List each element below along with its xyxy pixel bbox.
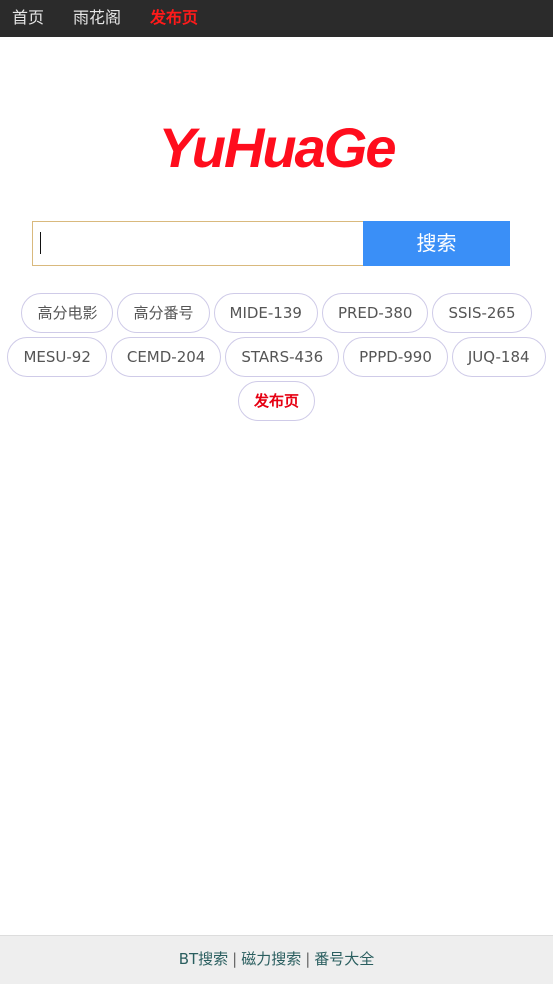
tag-row-2: MESU-92 CEMD-204 STARS-436 PPPD-990 JUQ-184 bbox=[0, 337, 553, 379]
tag-stars-436[interactable]: STARS-436 bbox=[225, 337, 340, 377]
tag-high-score-codes[interactable]: 高分番号 bbox=[117, 293, 210, 333]
tag-juq-184[interactable]: JUQ-184 bbox=[451, 337, 546, 377]
nav-release-page-link[interactable]: 发布页 bbox=[150, 0, 198, 36]
tag-ssis-265[interactable]: SSIS-265 bbox=[432, 293, 532, 333]
top-navigation-bar: 首页 雨花阁 发布页 bbox=[0, 0, 553, 37]
tag-row-1: 高分电影 高分番号 MIDE-139 PRED-380 SSIS-265 bbox=[0, 293, 553, 335]
nav-yuhuage-link[interactable]: 雨花阁 bbox=[73, 0, 121, 36]
footer-separator: | bbox=[232, 950, 238, 968]
tag-release-page[interactable]: 发布页 bbox=[237, 381, 315, 421]
footer-link-magnet-search[interactable]: 磁力搜索 bbox=[241, 950, 301, 968]
footer-separator: | bbox=[305, 950, 311, 968]
site-logo: YuHuaGe bbox=[158, 116, 397, 179]
tag-pppd-990[interactable]: PPPD-990 bbox=[343, 337, 448, 377]
footer-link-bt-search[interactable]: BT搜索 bbox=[179, 950, 228, 968]
text-cursor bbox=[40, 232, 41, 254]
hot-tags: 高分电影 高分番号 MIDE-139 PRED-380 SSIS-265 MESU-92… bbox=[0, 293, 553, 425]
search-button[interactable]: 搜索 bbox=[363, 221, 510, 266]
search-form: 搜索 bbox=[32, 221, 510, 266]
tag-row-3: 发布页 bbox=[0, 381, 553, 423]
tag-pred-380[interactable]: PRED-380 bbox=[321, 293, 429, 333]
footer-link-code-directory[interactable]: 番号大全 bbox=[314, 950, 374, 968]
tag-mesu-92[interactable]: MESU-92 bbox=[7, 337, 107, 377]
search-input[interactable] bbox=[32, 221, 363, 266]
footer: BT搜索 | 磁力搜索 | 番号大全 bbox=[0, 935, 553, 984]
tag-high-score-movies[interactable]: 高分电影 bbox=[21, 293, 114, 333]
nav-home-link[interactable]: 首页 bbox=[12, 0, 44, 36]
tag-cemd-204[interactable]: CEMD-204 bbox=[110, 337, 222, 377]
tag-mide-139[interactable]: MIDE-139 bbox=[213, 293, 318, 333]
